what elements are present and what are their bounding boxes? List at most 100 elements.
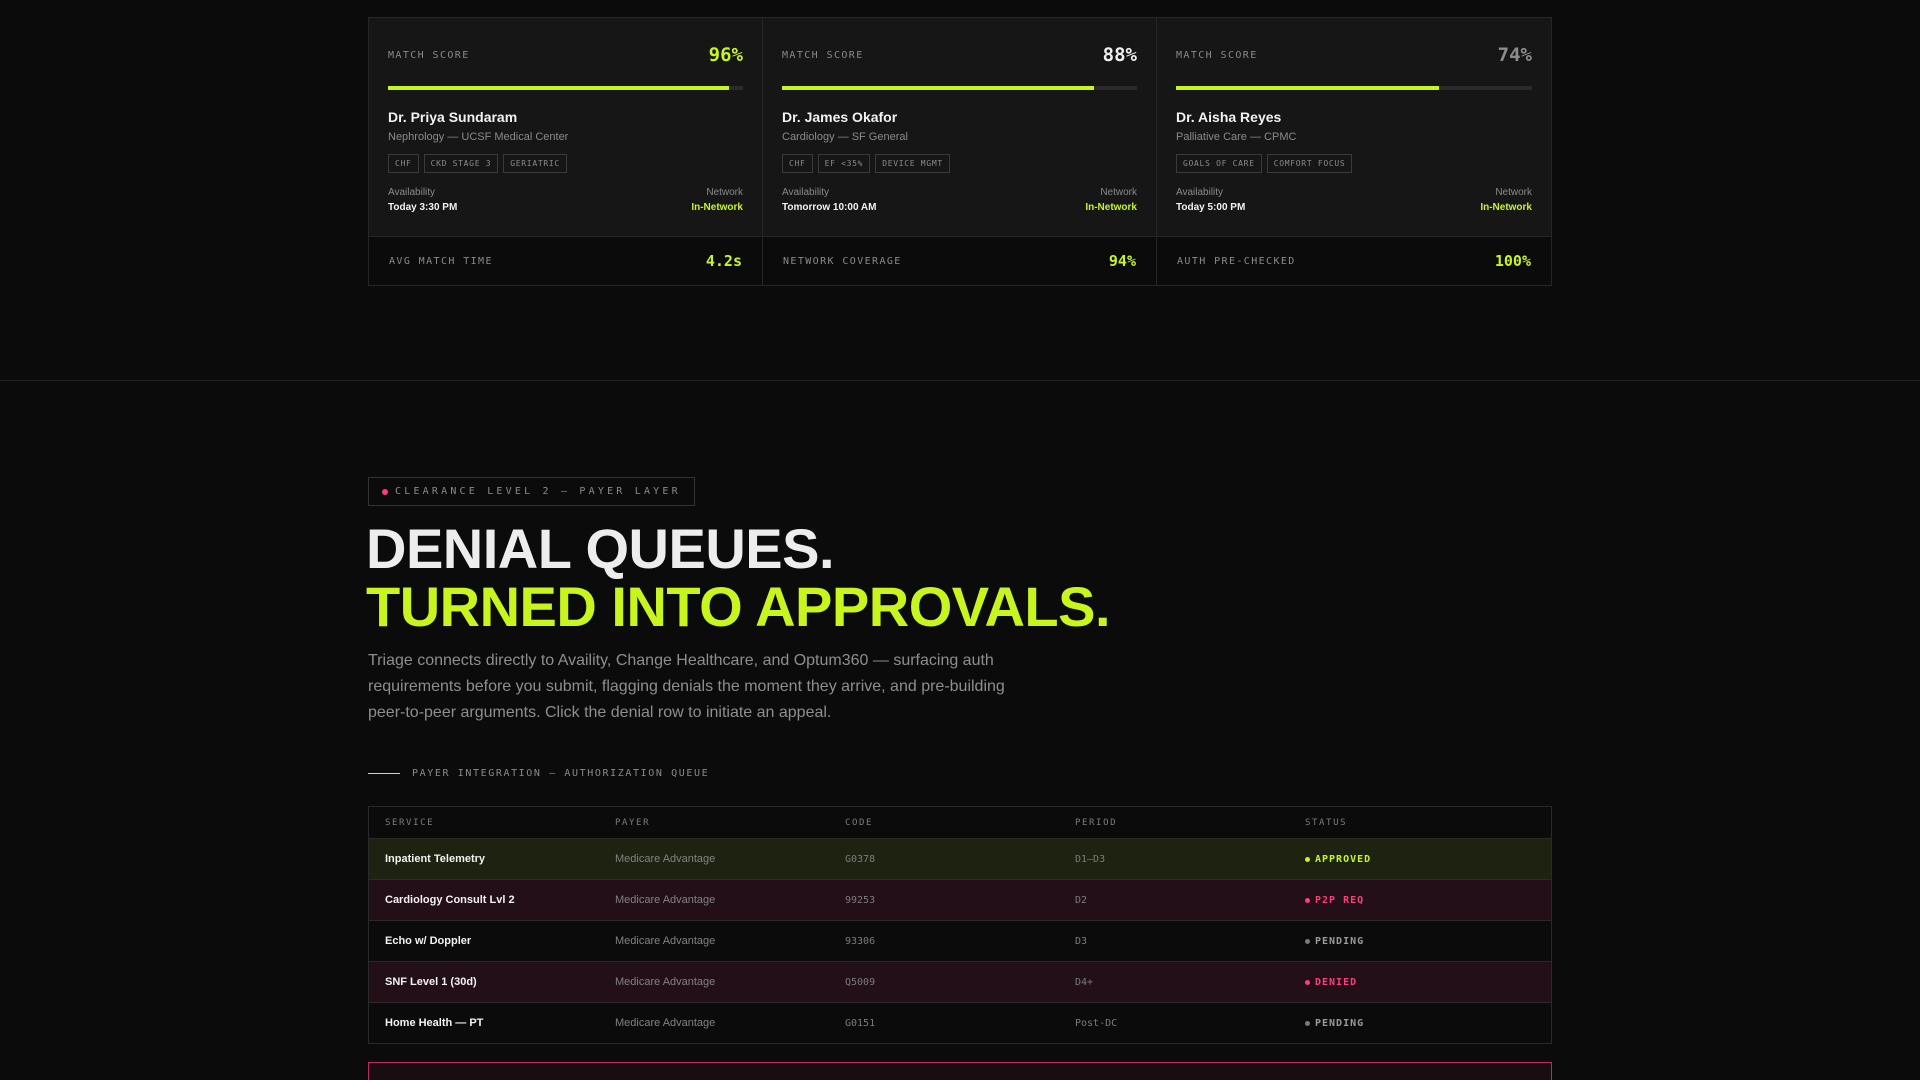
specialist-tags: CHF CKD STAGE 3 GERIATRIC <box>388 154 743 173</box>
table-row-denied[interactable]: SNF Level 1 (30d) Medicare Advantage Q50… <box>369 961 1551 1002</box>
cell-code: Q5009 <box>845 976 876 988</box>
cell-code: 93306 <box>845 935 876 947</box>
specialist-name: Dr. James Okafor <box>782 109 898 125</box>
match-score-label: MATCH SCORE <box>782 49 864 61</box>
section-headline: DENIAL QUEUES. TURNED INTO APPROVALS. <box>366 517 1111 636</box>
availability-value: Today 3:30 PM <box>388 202 458 213</box>
status-label: DENIED <box>1315 976 1358 988</box>
specialist-tag: GOALS OF CARE <box>1176 154 1262 173</box>
specialist-tag: CKD STAGE 3 <box>423 154 499 173</box>
cell-service: SNF Level 1 (30d) <box>385 976 477 988</box>
match-score-value: 96% <box>708 44 743 66</box>
match-score-value: 74% <box>1497 44 1532 66</box>
match-score-label: MATCH SCORE <box>388 49 470 61</box>
network-label: Network <box>706 187 743 198</box>
availability-label: Availability <box>782 187 830 198</box>
specialist-tag: CHF <box>782 154 813 173</box>
column-header-status: STATUS <box>1305 817 1348 828</box>
availability-label: Availability <box>388 187 436 198</box>
status-dot-icon <box>1305 856 1310 862</box>
match-score-label: MATCH SCORE <box>1176 49 1258 61</box>
clearance-label: CLEARANCE LEVEL 2 — PAYER LAYER <box>395 486 681 497</box>
status-badge: APPROVED <box>1305 854 1535 865</box>
stat-label: NETWORK COVERAGE <box>783 255 902 267</box>
cell-period: Post-DC <box>1075 1017 1118 1029</box>
specialist-card[interactable]: MATCH SCORE 74% Dr. Aisha Reyes Palliati… <box>1157 18 1551 236</box>
cell-code: 99253 <box>845 894 876 906</box>
stat-value: 94% <box>1108 252 1136 270</box>
cell-code: G0151 <box>845 1017 876 1029</box>
specialist-specialty: Nephrology — UCSF Medical Center <box>388 131 569 143</box>
section-description: Triage connects directly to Availity, Ch… <box>368 652 1005 721</box>
availability-value: Today 5:00 PM <box>1176 202 1246 213</box>
specialist-tag: CHF <box>388 154 419 173</box>
match-stats-bar: AVG MATCH TIME 4.2s NETWORK COVERAGE 94%… <box>368 236 1552 286</box>
status-label: PENDING <box>1315 935 1365 947</box>
specialist-cards: MATCH SCORE 96% Dr. Priya Sundaram Nephr… <box>368 17 1552 236</box>
cell-payer: Medicare Advantage <box>615 976 716 988</box>
stat-label: AVG MATCH TIME <box>389 255 493 267</box>
specialist-tags: GOALS OF CARE COMFORT FOCUS <box>1176 154 1532 173</box>
stat-value: 100% <box>1494 252 1531 270</box>
network-value: In-Network <box>691 202 743 213</box>
specialist-tags: CHF EF <35% DEVICE MGMT <box>782 154 1137 173</box>
specialist-specialty: Palliative Care — CPMC <box>1176 131 1297 143</box>
clearance-badge: CLEARANCE LEVEL 2 — PAYER LAYER <box>368 477 695 506</box>
column-header-code: CODE <box>845 817 874 828</box>
network-label: Network <box>1495 187 1532 198</box>
specialist-tag: DEVICE MGMT <box>875 154 950 173</box>
cell-payer: Medicare Advantage <box>615 1017 716 1029</box>
network-value: In-Network <box>1085 202 1137 213</box>
table-row[interactable]: Cardiology Consult Lvl 2 Medicare Advant… <box>369 879 1551 920</box>
table-row[interactable]: Echo w/ Doppler Medicare Advantage 93306… <box>369 920 1551 961</box>
cell-service: Echo w/ Doppler <box>385 935 472 947</box>
table-row[interactable]: Home Health — PT Medicare Advantage G015… <box>369 1002 1551 1043</box>
queue-caption: PAYER INTEGRATION — AUTHORIZATION QUEUE <box>368 768 709 779</box>
match-score-bar <box>388 86 743 90</box>
cell-payer: Medicare Advantage <box>615 894 716 906</box>
caption-rule <box>368 773 400 774</box>
status-badge: PENDING <box>1305 1018 1535 1029</box>
column-header-service: SERVICE <box>385 817 435 828</box>
availability-value: Tomorrow 10:00 AM <box>782 202 877 213</box>
status-badge: DENIED <box>1305 977 1535 988</box>
match-score-bar <box>1176 86 1532 90</box>
specialist-card[interactable]: MATCH SCORE 88% Dr. James Okafor Cardiol… <box>763 18 1157 236</box>
section-divider <box>0 380 1920 381</box>
specialist-name: Dr. Aisha Reyes <box>1176 109 1282 125</box>
stat-auth-pre-checked: AUTH PRE-CHECKED 100% <box>1157 237 1551 285</box>
stat-avg-match-time: AVG MATCH TIME 4.2s <box>369 237 763 285</box>
status-dot-icon <box>1305 1020 1310 1026</box>
cell-period: D1–D3 <box>1075 853 1106 865</box>
status-dot-icon <box>1305 897 1310 903</box>
match-score-bar-fill <box>1176 86 1440 90</box>
headline-line-1: DENIAL QUEUES. <box>366 517 835 580</box>
column-header-period: PERIOD <box>1075 817 1118 828</box>
cell-period: D3 <box>1075 935 1088 947</box>
table-row[interactable]: Inpatient Telemetry Medicare Advantage G… <box>369 838 1551 879</box>
specialist-name: Dr. Priya Sundaram <box>388 109 518 125</box>
specialist-match-panel: MATCH SCORE 96% Dr. Priya Sundaram Nephr… <box>368 17 1552 286</box>
cell-service: Inpatient Telemetry <box>385 853 486 865</box>
cell-code: G0378 <box>845 853 876 865</box>
authorization-queue-table: SERVICE PAYER CODE PERIOD STATUS Inpatie… <box>368 806 1552 1044</box>
specialist-card[interactable]: MATCH SCORE 96% Dr. Priya Sundaram Nephr… <box>369 18 763 236</box>
column-header-payer: PAYER <box>615 817 651 828</box>
specialist-tag: COMFORT FOCUS <box>1266 154 1353 173</box>
availability-label: Availability <box>1176 187 1224 198</box>
status-badge: P2P REQ <box>1305 895 1535 906</box>
status-badge: PENDING <box>1305 936 1535 947</box>
cell-payer: Medicare Advantage <box>615 935 716 947</box>
specialist-tag: GERIATRIC <box>503 154 567 173</box>
stat-network-coverage: NETWORK COVERAGE 94% <box>763 237 1157 285</box>
appeal-panel[interactable] <box>368 1062 1552 1080</box>
table-header-row: SERVICE PAYER CODE PERIOD STATUS <box>369 807 1551 838</box>
match-score-bar-fill <box>388 86 729 90</box>
specialist-tag: EF <35% <box>817 154 871 173</box>
status-dot-icon <box>1305 938 1310 944</box>
caption-label: PAYER INTEGRATION — AUTHORIZATION QUEUE <box>412 768 710 779</box>
cell-service: Cardiology Consult Lvl 2 <box>385 894 515 906</box>
match-score-bar-fill <box>782 86 1095 90</box>
status-label: APPROVED <box>1315 853 1372 865</box>
status-dot-icon <box>382 488 388 495</box>
